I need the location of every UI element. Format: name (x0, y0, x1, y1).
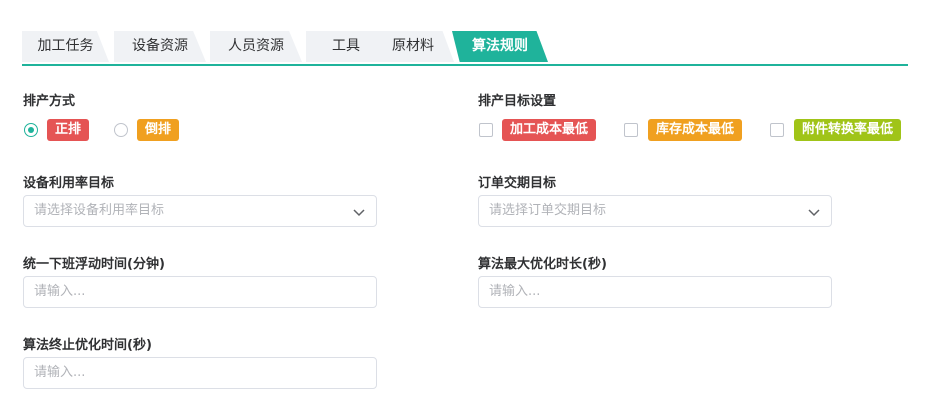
scheduling-mode-label: 排产方式 (23, 94, 76, 109)
tab-raw-materials[interactable]: 原材料 (372, 31, 454, 62)
stop-optimize-input[interactable] (34, 358, 376, 387)
max-optimize-field[interactable] (478, 276, 832, 308)
chevron-down-icon (353, 209, 365, 217)
tab-processing-tasks[interactable]: 加工任务 (22, 31, 109, 62)
forward-scheduling-tag[interactable]: 正排 (47, 119, 90, 141)
tab-label: 设备资源 (132, 38, 188, 54)
tab-label: 人员资源 (228, 38, 284, 54)
equipment-utilization-label: 设备利用率目标 (23, 176, 115, 191)
tab-label: 算法规则 (472, 38, 528, 54)
stop-optimize-label: 算法终止优化时间(秒) (23, 338, 152, 353)
attachment-conversion-checkbox[interactable] (770, 123, 784, 137)
tab-label: 原材料 (392, 38, 434, 54)
shift-float-input[interactable] (34, 277, 376, 306)
attachment-conversion-tag[interactable]: 附件转换率最低 (794, 119, 902, 141)
tab-algorithm-rules[interactable]: 算法规则 (452, 31, 548, 62)
order-delivery-select[interactable]: 请选择订单交期目标 (478, 195, 832, 227)
goal-settings-label: 排产目标设置 (478, 94, 557, 109)
tab-bar: 加工任务 设备资源 人员资源 工具 原材料 算法规则 (22, 30, 908, 66)
max-optimize-input[interactable] (489, 277, 831, 306)
shift-float-label: 统一下班浮动时间(分钟) (23, 257, 165, 272)
processing-cost-tag[interactable]: 加工成本最低 (502, 119, 597, 141)
processing-cost-checkbox[interactable] (479, 123, 493, 137)
order-delivery-placeholder: 请选择订单交期目标 (489, 203, 607, 218)
inventory-cost-checkbox[interactable] (624, 123, 638, 137)
equipment-utilization-select[interactable]: 请选择设备利用率目标 (23, 195, 377, 227)
backward-scheduling-tag[interactable]: 倒排 (137, 119, 180, 141)
order-delivery-label: 订单交期目标 (478, 176, 557, 191)
backward-scheduling-radio[interactable] (114, 123, 128, 137)
tab-equipment-resources[interactable]: 设备资源 (114, 31, 206, 62)
tab-label: 加工任务 (37, 38, 94, 54)
max-optimize-label: 算法最大优化时长(秒) (478, 257, 607, 272)
equipment-utilization-placeholder: 请选择设备利用率目标 (34, 203, 165, 218)
shift-float-field[interactable] (23, 276, 377, 308)
chevron-down-icon (808, 209, 820, 217)
tab-personnel-resources[interactable]: 人员资源 (210, 31, 302, 62)
stop-optimize-field[interactable] (23, 357, 377, 389)
tab-label: 工具 (332, 38, 360, 54)
inventory-cost-tag[interactable]: 库存成本最低 (648, 119, 743, 141)
forward-scheduling-radio[interactable] (24, 123, 38, 137)
